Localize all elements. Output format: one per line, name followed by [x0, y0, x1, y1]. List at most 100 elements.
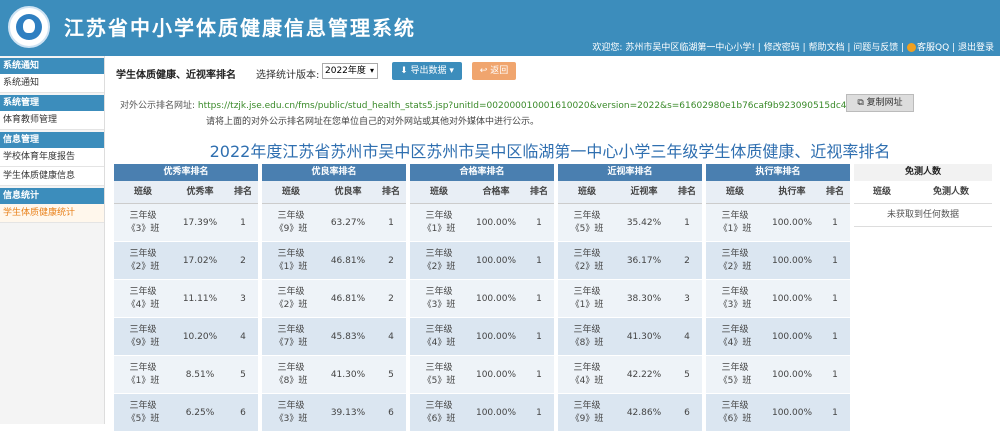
main-content: 学生体质健康、近视率排名 选择统计版本: 2022年度 ▾ ⬇ 导出数据 ▾ ↩…: [110, 58, 1000, 432]
public-url-link[interactable]: https://tzjk.jse.edu.cn/fms/public/stud_…: [198, 101, 858, 111]
back-button[interactable]: ↩ 返回: [472, 62, 516, 80]
table-cell: 100.00%: [475, 407, 517, 418]
table-cell: 三年级《5》班: [422, 362, 456, 386]
table-cell: 三年级《1》班: [126, 362, 160, 386]
table-title: 免测人数: [854, 164, 992, 181]
table-row: 三年级《2》班 36.17% 2: [558, 242, 702, 280]
table-cell: 100.00%: [771, 293, 813, 304]
sidebar-group-info[interactable]: 信息管理: [0, 132, 104, 148]
table-row: 三年级《9》班 10.20% 4: [114, 318, 258, 356]
sidebar-item-notice[interactable]: 系统通知: [0, 74, 104, 93]
table-cell: 4: [240, 331, 246, 342]
table-row: 三年级《1》班 38.30% 3: [558, 280, 702, 318]
table-cell: 100.00%: [771, 331, 813, 342]
table-cell: 5: [388, 369, 394, 380]
table-cell: 6: [684, 407, 690, 418]
feedback-link[interactable]: 问题与反馈: [853, 43, 898, 53]
public-url-row: 对外公示排名网址: https://tzjk.jse.edu.cn/fms/pu…: [120, 98, 858, 111]
table-row: 三年级《4》班 100.00% 1: [706, 318, 850, 356]
column-header: 执行率: [778, 187, 806, 197]
sidebar-item-health-stats[interactable]: 学生体质健康统计: [0, 204, 104, 223]
ranking-title: 2022年度江苏省苏州市吴中区苏州市吴中区临湖第一中心小学三年级学生体质健康、近…: [209, 142, 891, 161]
table-cell: 2: [388, 293, 394, 304]
table-row: 三年级《8》班 41.30% 5: [262, 356, 406, 394]
change-password-link[interactable]: 修改密码: [764, 43, 800, 53]
table-cell: 17.39%: [182, 217, 218, 228]
table-cell: 三年级《8》班: [570, 324, 604, 348]
table-row: 三年级《4》班 100.00% 1: [410, 318, 554, 356]
column-header: 排名: [381, 187, 400, 197]
table-row: 三年级《9》班 42.86% 6: [558, 394, 702, 432]
sidebar: 系统通知 系统通知 系统管理 体育教师管理 信息管理 学校体育年度报告 学生体质…: [0, 56, 105, 424]
table-title: 优秀率排名: [114, 164, 258, 181]
table-cell: 三年级《2》班: [718, 248, 752, 272]
sidebar-group-stats[interactable]: 信息统计: [0, 188, 104, 204]
table-row: 三年级《4》班 42.22% 5: [558, 356, 702, 394]
table-cell: 2: [388, 255, 394, 266]
table-cell: 三年级《1》班: [422, 210, 456, 234]
sidebar-item-annual-report[interactable]: 学校体育年度报告: [0, 148, 104, 167]
column-header: 排名: [233, 187, 252, 197]
table-cell: 63.27%: [330, 217, 366, 228]
table-cell: 100.00%: [771, 369, 813, 380]
table-cell: 3: [240, 293, 246, 304]
table-row: 三年级《1》班 46.81% 2: [262, 242, 406, 280]
table-cell: 三年级《8》班: [274, 362, 308, 386]
table-row: 三年级《2》班 100.00% 1: [410, 242, 554, 280]
table-cell: 三年级《5》班: [718, 362, 752, 386]
column-header: 排名: [529, 187, 548, 197]
table-row: 三年级《3》班 17.39% 1: [114, 204, 258, 242]
table-cell: 三年级《3》班: [126, 210, 160, 234]
table-cell: 1: [536, 369, 542, 380]
table-cell: 100.00%: [771, 255, 813, 266]
table-cell: 1: [536, 407, 542, 418]
table-row: 三年级《5》班 100.00% 1: [410, 356, 554, 394]
table-cell: 三年级《1》班: [570, 286, 604, 310]
copy-url-button[interactable]: ⧉ 复制网址: [846, 94, 914, 112]
table-cell: 三年级《5》班: [126, 400, 160, 424]
sidebar-group-notice[interactable]: 系统通知: [0, 58, 104, 74]
table-title: 合格率排名: [410, 164, 554, 181]
table-cell: 三年级《4》班: [718, 324, 752, 348]
version-select[interactable]: 2022年度 ▾: [322, 63, 378, 79]
table-cell: 1: [536, 217, 542, 228]
help-link[interactable]: 帮助文档: [808, 43, 844, 53]
logout-link[interactable]: 退出登录: [958, 43, 994, 53]
back-icon: ↩: [479, 66, 488, 76]
ranking-table: 合格率排名 班级 合格率 排名 三年级《1》班 100.00% 1 三年级《2》班 100.00…: [410, 164, 554, 432]
table-cell: 三年级《4》班: [570, 362, 604, 386]
table-cell: 4: [388, 331, 394, 342]
table-cell: 三年级《1》班: [718, 210, 752, 234]
table-row: 三年级《6》班 100.00% 1: [706, 394, 850, 432]
table-cell: 三年级《2》班: [274, 286, 308, 310]
table-cell: 38.30%: [626, 293, 662, 304]
sidebar-group-system[interactable]: 系统管理: [0, 95, 104, 111]
caret-down-icon: ▾: [449, 66, 454, 76]
ranking-table: 优良率排名 班级 优良率 排名 三年级《9》班 63.27% 1 三年级《1》班 46.81% 2…: [262, 164, 406, 432]
table-title: 优良率排名: [262, 164, 406, 181]
table-row: 三年级《3》班 100.00% 1: [706, 280, 850, 318]
table-cell: 三年级《9》班: [274, 210, 308, 234]
table-row: 三年级《1》班 8.51% 5: [114, 356, 258, 394]
column-header: 班级: [429, 186, 448, 197]
qq-support-link[interactable]: 客服QQ: [917, 43, 949, 53]
table-cell: 17.02%: [182, 255, 218, 266]
table-cell: 三年级《2》班: [570, 248, 604, 272]
table-cell: 5: [240, 369, 246, 380]
table-cell: 2: [684, 255, 690, 266]
sidebar-item-teachers[interactable]: 体育教师管理: [0, 111, 104, 130]
table-header-row: 班级 优良率 排名: [262, 181, 406, 204]
table-cell: 46.81%: [330, 293, 366, 304]
download-icon: ⬇: [400, 66, 408, 76]
table-cell: 42.22%: [626, 369, 662, 380]
table-title: 近视率排名: [558, 164, 702, 181]
table-cell: 41.30%: [330, 369, 366, 380]
table-title: 执行率排名: [706, 164, 850, 181]
sidebar-item-health-info[interactable]: 学生体质健康信息: [0, 167, 104, 186]
export-button[interactable]: ⬇ 导出数据 ▾: [392, 62, 462, 80]
table-cell: 3: [684, 293, 690, 304]
table-cell: 1: [536, 293, 542, 304]
column-header: 班级: [133, 186, 152, 197]
table-cell: 三年级《5》班: [570, 210, 604, 234]
url-note: 请将上面的对外公示排名网址在您单位自己的对外网站或其他对外媒体中进行公示。: [206, 117, 540, 127]
